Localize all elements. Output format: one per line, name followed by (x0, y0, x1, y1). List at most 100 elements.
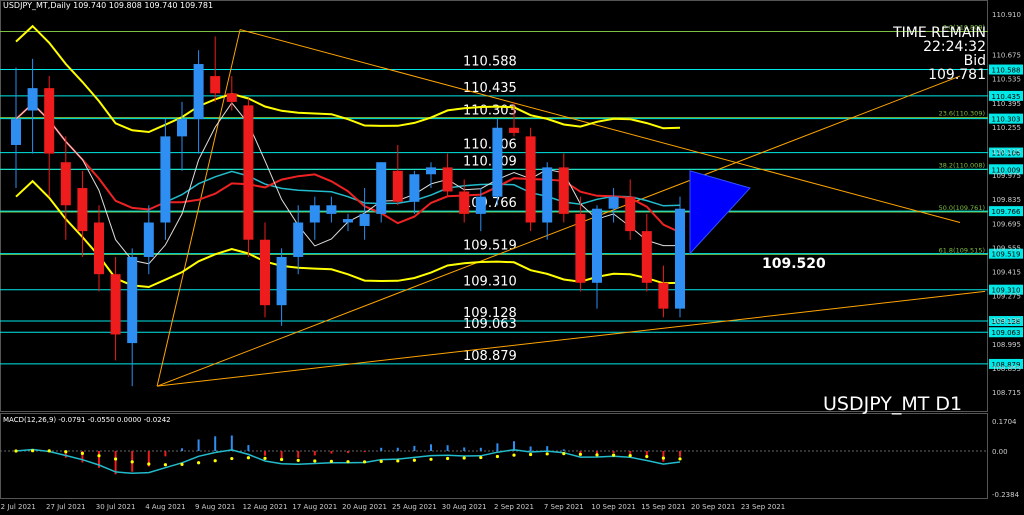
macd-signal-dot-33 (562, 451, 566, 456)
macd-tick-upper: 0.1704 (992, 418, 1017, 426)
macd-signal-dot-26 (446, 456, 450, 461)
macd-signal-dot-14 (246, 456, 250, 460)
price-tick-0: 110.910 (992, 11, 1021, 19)
candle-body-30 (509, 127, 519, 133)
candle-body-16 (276, 256, 287, 306)
candle-body-26 (442, 167, 453, 192)
macd-signal-dot-20 (346, 460, 350, 464)
level-text-3: 110.106 (463, 138, 517, 153)
candle-body-35 (592, 208, 602, 283)
macd-signal-dot-15 (263, 456, 267, 460)
x-tick-0: 22 Jul 2021 (0, 503, 36, 511)
macd-signal-dot-37 (628, 453, 632, 458)
macd-signal-dot-18 (313, 459, 317, 463)
candle-body-28 (475, 196, 486, 214)
candle-body-37 (625, 196, 636, 232)
candle-body-10 (177, 119, 187, 137)
macd-signal-dot-39 (661, 456, 666, 460)
macd-signal-dot-35 (595, 453, 599, 457)
candle-body-8 (143, 222, 154, 257)
macd-signal-dot-22 (379, 459, 383, 463)
macd-signal-dot-5 (97, 454, 101, 458)
macd-tick-zero: 0.00 (992, 448, 1008, 456)
price-tick-9: 109.555 (992, 244, 1021, 252)
macd-signal-dot-1 (30, 449, 35, 453)
macd-signal-dot-38 (645, 454, 649, 459)
candle-body-13 (226, 93, 237, 102)
candle-body-24 (409, 174, 420, 202)
candle-body-38 (641, 231, 652, 283)
price-tick-6: 109.975 (992, 172, 1021, 180)
macd-signal-dot-24 (412, 458, 416, 462)
level-text-5: 109.766 (463, 196, 517, 211)
x-tick-14: 20 Sep 2021 (691, 503, 735, 511)
candle-body-19 (326, 205, 337, 214)
candle-body-27 (459, 191, 470, 214)
price-tick-15: 108.715 (992, 389, 1021, 397)
candle-body-17 (293, 222, 304, 257)
x-tick-12: 10 Sep 2021 (591, 503, 635, 511)
macd-signal-dot-12 (213, 459, 217, 463)
candle-body-1 (27, 88, 38, 111)
candle-body-7 (127, 256, 138, 344)
macd-signal-dot-34 (578, 452, 583, 456)
price-tick-5: 110.115 (992, 148, 1021, 156)
price-tick-11: 109.275 (992, 293, 1021, 301)
x-tick-8: 25 Aug 2021 (392, 503, 437, 511)
candle-body-9 (160, 136, 171, 223)
x-tick-15: 23 Sep 2021 (741, 503, 785, 511)
candle-body-25 (426, 167, 436, 175)
macd-signal-dot-25 (429, 457, 433, 461)
price-tick-8: 109.695 (992, 220, 1021, 228)
bid-value: 109.781 (928, 67, 986, 83)
macd-signal-dot-31 (529, 452, 533, 457)
level-text-7: 109.310 (463, 275, 517, 290)
macd-signal-dot-40 (678, 457, 682, 461)
candle-body-2 (44, 88, 55, 154)
level-text-0: 110.588 (463, 55, 517, 70)
macd-signal-dot-27 (462, 456, 466, 460)
level-tag-text-9: 109.063 (992, 329, 1021, 337)
candle-body-29 (492, 127, 503, 197)
candle-body-34 (575, 213, 586, 283)
candle-body-14 (243, 105, 254, 240)
x-tick-13: 15 Sep 2021 (641, 503, 685, 511)
fib-label-1: 23.6(110.309) (939, 110, 985, 118)
candle-body-22 (376, 162, 387, 214)
level-text-6: 109.519 (463, 239, 517, 254)
level-text-9: 109.063 (463, 317, 517, 332)
trend-line-0 (239, 29, 961, 223)
macd-signal-dot-6 (114, 457, 118, 461)
x-tick-7: 20 Aug 2021 (342, 503, 387, 511)
price-tick-14: 108.855 (992, 365, 1021, 373)
level-tag-text-0: 110.588 (992, 67, 1021, 75)
annotation-label: 109.520 (762, 256, 826, 272)
macd-signal-dot-11 (197, 461, 201, 465)
macd-signal-dot-7 (130, 460, 134, 464)
macd-signal-dot-30 (512, 453, 516, 457)
candle-body-20 (343, 219, 353, 223)
time-remain-value: 22:24:32 (923, 39, 986, 55)
candle-body-23 (392, 170, 403, 202)
candle-body-6 (110, 274, 121, 335)
candle-body-15 (260, 239, 270, 306)
macd-signal-dot-4 (80, 451, 84, 455)
macd-signal-dot-29 (495, 454, 499, 459)
price-tick-12: 109.135 (992, 317, 1021, 325)
macd-signal-dot-13 (230, 456, 234, 461)
macd-signal-dot-8 (147, 462, 151, 466)
price-tick-13: 108.995 (992, 341, 1021, 349)
x-tick-1: 27 Jul 2021 (46, 503, 86, 511)
macd-signal-dot-17 (296, 458, 300, 462)
candle-body-5 (94, 222, 104, 275)
chart-header: USDJPY_MT,Daily 109.740 109.808 109.740 … (3, 1, 214, 10)
macd-label: MACD(12,26,9) -0.0791 -0.0550 0.0000 -0.… (3, 416, 171, 424)
candle-body-33 (558, 167, 569, 214)
x-tick-4: 9 Aug 2021 (195, 503, 235, 511)
level-tag-text-5: 109.766 (992, 208, 1021, 216)
x-tick-10: 2 Sep 2021 (494, 503, 534, 511)
price-tick-4: 110.255 (992, 124, 1021, 132)
candle-body-31 (525, 136, 536, 223)
macd-signal-dot-16 (280, 457, 284, 462)
x-tick-2: 30 Jul 2021 (96, 503, 136, 511)
